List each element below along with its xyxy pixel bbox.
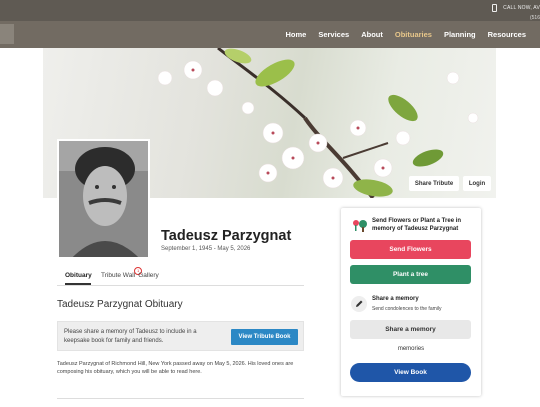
pencil-icon — [351, 296, 367, 312]
main-nav: Home Services About Obituaries Planning … — [0, 21, 540, 48]
tab-gallery[interactable]: Gallery — [138, 268, 159, 285]
tribute-book-text: Please share a memory of Tadeusz to incl… — [64, 329, 197, 344]
portrait-image — [59, 141, 148, 257]
portrait-photo — [57, 139, 150, 259]
life-dates: September 1, 1945 - May 5, 2026 — [161, 246, 251, 252]
obituary-tabs: Obituary Tribute Wall 1 Gallery — [57, 267, 304, 286]
tab-tribute-wall[interactable]: Tribute Wall 1 — [101, 267, 143, 285]
tribute-book-box: Please share a memory of Tadeusz to incl… — [57, 321, 304, 351]
flower-tree-icon — [353, 220, 367, 232]
tab-tribute-wall-label: Tribute Wall — [101, 272, 136, 279]
plant-tree-button[interactable]: Plant a tree — [350, 265, 471, 284]
flowers-title: Send Flowers or Plant a Tree in memory o… — [372, 218, 462, 232]
view-tribute-book-button[interactable]: View Tribute Book — [231, 329, 298, 345]
share-memory-subtitle: Send condolences to the family — [372, 306, 442, 312]
login-button[interactable]: Login — [463, 176, 491, 191]
phone-icon — [492, 4, 498, 12]
nav-planning[interactable]: Planning — [438, 30, 482, 39]
send-flowers-button[interactable]: Send Flowers — [350, 240, 471, 259]
nav-resources[interactable]: Resources — [482, 30, 532, 39]
call-now[interactable]: CALL NOW, AV — [492, 4, 540, 12]
sidebar-card: Send Flowers or Plant a Tree in memory o… — [341, 208, 481, 396]
divider — [57, 398, 304, 399]
tab-obituary[interactable]: Obituary — [65, 268, 92, 285]
top-bar: CALL NOW, AV (516 — [0, 0, 540, 21]
share-memory-button[interactable]: Share a memory — [350, 320, 471, 339]
nav-obituaries[interactable]: Obituaries — [389, 30, 438, 39]
call-now-label: CALL NOW, AV — [503, 5, 540, 11]
obituary-body: Tadeusz Parzygnat of Richmond Hill, New … — [57, 361, 294, 375]
logo-tab — [0, 24, 14, 44]
nav-about[interactable]: About — [355, 30, 389, 39]
memories-logo: memories — [397, 346, 425, 352]
share-memory-title: Share a memory — [372, 296, 419, 302]
obituary-title: Tadeusz Parzygnat Obituary — [57, 299, 183, 310]
view-book-button[interactable]: View Book — [350, 363, 471, 382]
share-tribute-button[interactable]: Share Tribute — [409, 176, 459, 191]
nav-services[interactable]: Services — [312, 30, 355, 39]
deceased-name: Tadeusz Parzygnat — [161, 228, 292, 244]
nav-home[interactable]: Home — [279, 30, 312, 39]
